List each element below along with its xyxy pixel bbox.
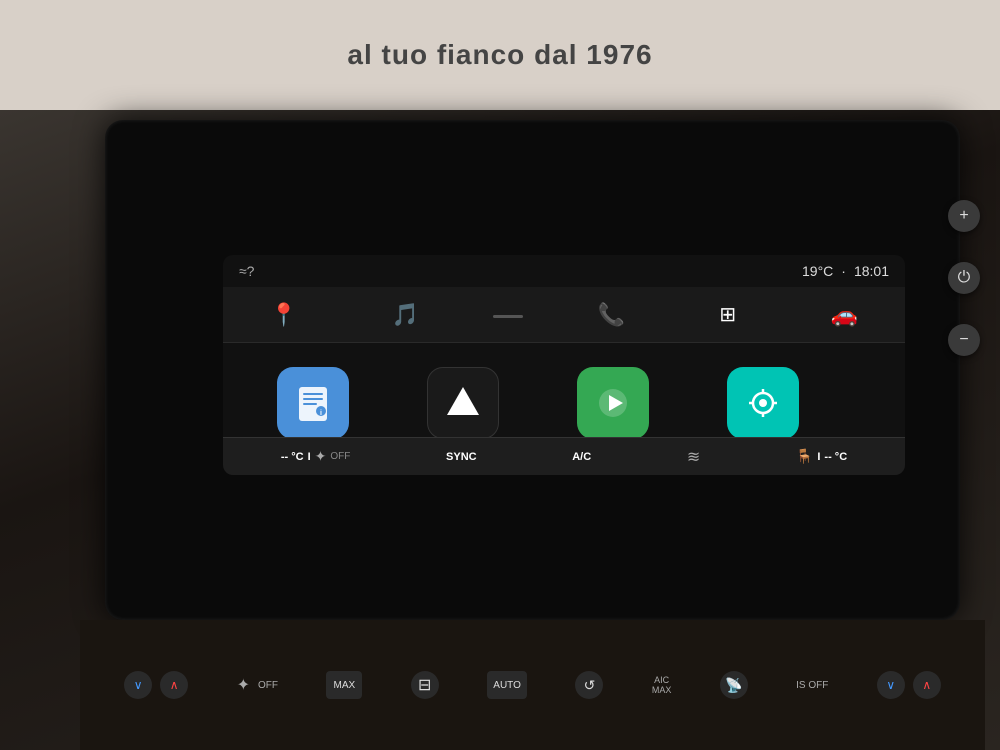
right-temp-group: 🪑 I -- °C xyxy=(796,448,847,465)
sync-label: SYNC xyxy=(446,451,477,463)
left-temp-group: -- °C I ✦ OFF xyxy=(281,448,351,465)
aic-label: AIC xyxy=(654,675,669,685)
status-left: ≈? xyxy=(239,263,254,279)
carplay-icon xyxy=(577,367,649,437)
status-separator: · xyxy=(841,263,846,279)
temp-arrows-left: ∨ ∧ xyxy=(124,671,188,699)
temperature-display: 19°C xyxy=(802,263,833,279)
nav-center xyxy=(493,311,523,318)
seat-icon: 🪑 xyxy=(796,448,813,465)
plus-icon: + xyxy=(959,207,968,225)
infotainment-screen: ≈? 19°C · 18:01 📍 🎵 📞 ⊞ xyxy=(223,255,905,475)
fan-icon: ✦ xyxy=(315,448,327,465)
side-buttons: + ⏻ − xyxy=(948,200,980,356)
recirculate-button[interactable]: ↺ xyxy=(575,671,603,699)
nav-music[interactable]: 🎵 xyxy=(372,298,439,332)
phone-icon: 📞 xyxy=(598,302,625,328)
nav-location[interactable]: 📍 xyxy=(250,298,317,332)
right-sep: I xyxy=(817,451,820,463)
volume-up-button[interactable]: + xyxy=(948,200,980,232)
dealer-banner: al tuo fianco dal 1976 xyxy=(0,0,1000,110)
android-auto-icon xyxy=(427,367,499,437)
power-icon: ⏻ xyxy=(958,269,971,287)
fan-off-ctrl-label: OFF xyxy=(258,680,278,691)
aic-max-label: MAX xyxy=(652,685,672,695)
status-bar: ≈? 19°C · 18:01 xyxy=(223,255,905,287)
heat-grid-group: ⊟ xyxy=(411,671,439,699)
svg-text:i: i xyxy=(320,410,322,417)
volume-down-button[interactable]: − xyxy=(948,324,980,356)
right-temp-up-red[interactable]: ∧ xyxy=(913,671,941,699)
manuale-icon: i xyxy=(277,367,349,437)
rear-group[interactable]: ≋ xyxy=(687,447,700,467)
right-temp: -- °C xyxy=(824,451,847,463)
status-right: 19°C · 18:01 xyxy=(802,263,889,279)
fan-ctrl-icon: ✦ xyxy=(237,675,250,695)
app-gestore[interactable]: Gestore dei dispositivi xyxy=(693,359,833,437)
is-off-label: IS OFF xyxy=(796,680,828,691)
wifi-ctrl-group: 📡 xyxy=(720,671,748,699)
power-button[interactable]: ⏻ xyxy=(948,262,980,294)
heat-grid-button[interactable]: ⊟ xyxy=(411,671,439,699)
ac-group[interactable]: A/C xyxy=(572,451,591,463)
ac-label: A/C xyxy=(572,451,591,463)
is-off-group: IS OFF xyxy=(796,680,828,691)
dealer-text: al tuo fianco dal 1976 xyxy=(347,39,652,71)
app-android-auto[interactable]: Android Auto xyxy=(393,359,533,437)
right-temp-down-blue[interactable]: ∨ xyxy=(877,671,905,699)
left-temp: -- °C xyxy=(281,451,304,463)
recirculate-group: ↺ xyxy=(575,671,603,699)
temp-up-red[interactable]: ∧ xyxy=(160,671,188,699)
nav-car[interactable]: 🚗 xyxy=(810,298,877,332)
wifi-icon: ≈? xyxy=(239,263,254,279)
rear-icon: ≋ xyxy=(687,447,700,467)
minus-icon: − xyxy=(959,331,968,349)
app-area: i Manuale d'uso Android Auto xyxy=(223,343,905,437)
screen-bezel: ≈? 19°C · 18:01 📍 🎵 📞 ⊞ xyxy=(105,120,960,620)
fan-off-group: ✦ OFF xyxy=(237,675,278,695)
max-group: MAX xyxy=(326,671,362,699)
bottom-controls: ∨ ∧ ✦ OFF MAX ⊟ AUTO ↺ AIC MAX 📡 IS OFF … xyxy=(80,620,985,750)
nav-bar: 📍 🎵 📞 ⊞ 🚗 xyxy=(223,287,905,343)
temp-down-blue[interactable]: ∨ xyxy=(124,671,152,699)
auto-group: AUTO xyxy=(487,671,527,699)
auto-button[interactable]: AUTO xyxy=(487,671,527,699)
wifi-ctrl-button[interactable]: 📡 xyxy=(720,671,748,699)
car-icon: 🚗 xyxy=(830,302,857,328)
apps-icon: ⊞ xyxy=(719,302,736,327)
sync-group[interactable]: SYNC xyxy=(446,451,477,463)
nav-apps[interactable]: ⊞ xyxy=(699,298,756,331)
app-manuale[interactable]: i Manuale d'uso xyxy=(243,359,383,437)
app-row-1: i Manuale d'uso Android Auto xyxy=(243,359,885,437)
aic-group: AIC MAX xyxy=(652,675,672,695)
music-icon: 🎵 xyxy=(392,302,419,328)
climate-bar: -- °C I ✦ OFF SYNC A/C ≋ 🪑 I -- °C xyxy=(223,437,905,475)
time-display: 18:01 xyxy=(854,263,889,279)
app-carplay[interactable]: Apple CarPlay xyxy=(543,359,683,437)
location-icon: 📍 xyxy=(270,302,297,328)
temp-arrows-right: ∨ ∧ xyxy=(877,671,941,699)
gestore-icon xyxy=(727,367,799,437)
fan-off-label: OFF xyxy=(330,451,350,462)
left-sep: I xyxy=(308,451,311,463)
nav-divider xyxy=(493,315,523,318)
nav-phone[interactable]: 📞 xyxy=(578,298,645,332)
max-button[interactable]: MAX xyxy=(326,671,362,699)
